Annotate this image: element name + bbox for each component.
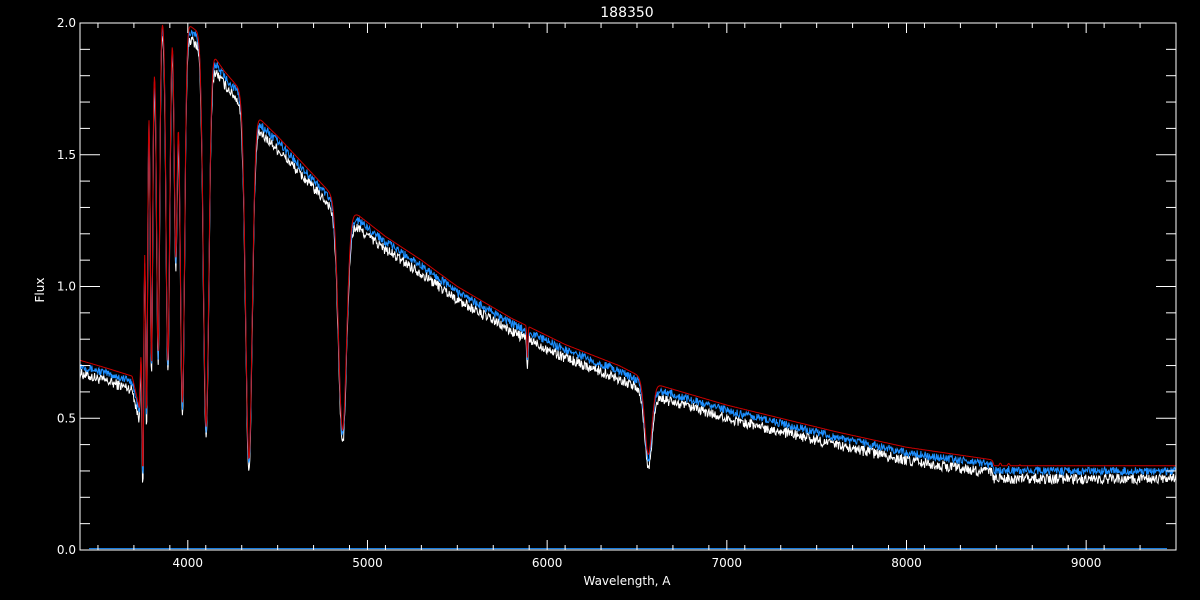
y-tick-label: 0.5 (57, 411, 76, 425)
y-tick-label: 0.0 (57, 543, 76, 557)
x-tick-label: 8000 (891, 556, 922, 570)
y-tick-label: 1.0 (57, 280, 76, 294)
y-tick-label: 2.0 (57, 16, 76, 30)
x-tick-label: 4000 (173, 556, 204, 570)
x-axis-label: Wavelength, A (583, 574, 671, 588)
x-tick-label: 5000 (352, 556, 383, 570)
plot-background (0, 0, 1200, 600)
chart-title: 188350 (600, 5, 653, 21)
x-tick-label: 6000 (532, 556, 563, 570)
x-tick-label: 9000 (1071, 556, 1102, 570)
x-tick-label: 7000 (712, 556, 743, 570)
y-tick-label: 1.5 (57, 148, 76, 162)
spectrum-chart: 188350 4000 5000 6000 7000 8000 9000 0.0 0.5 1.… (0, 0, 1200, 600)
y-axis-label: Flux (33, 278, 47, 303)
